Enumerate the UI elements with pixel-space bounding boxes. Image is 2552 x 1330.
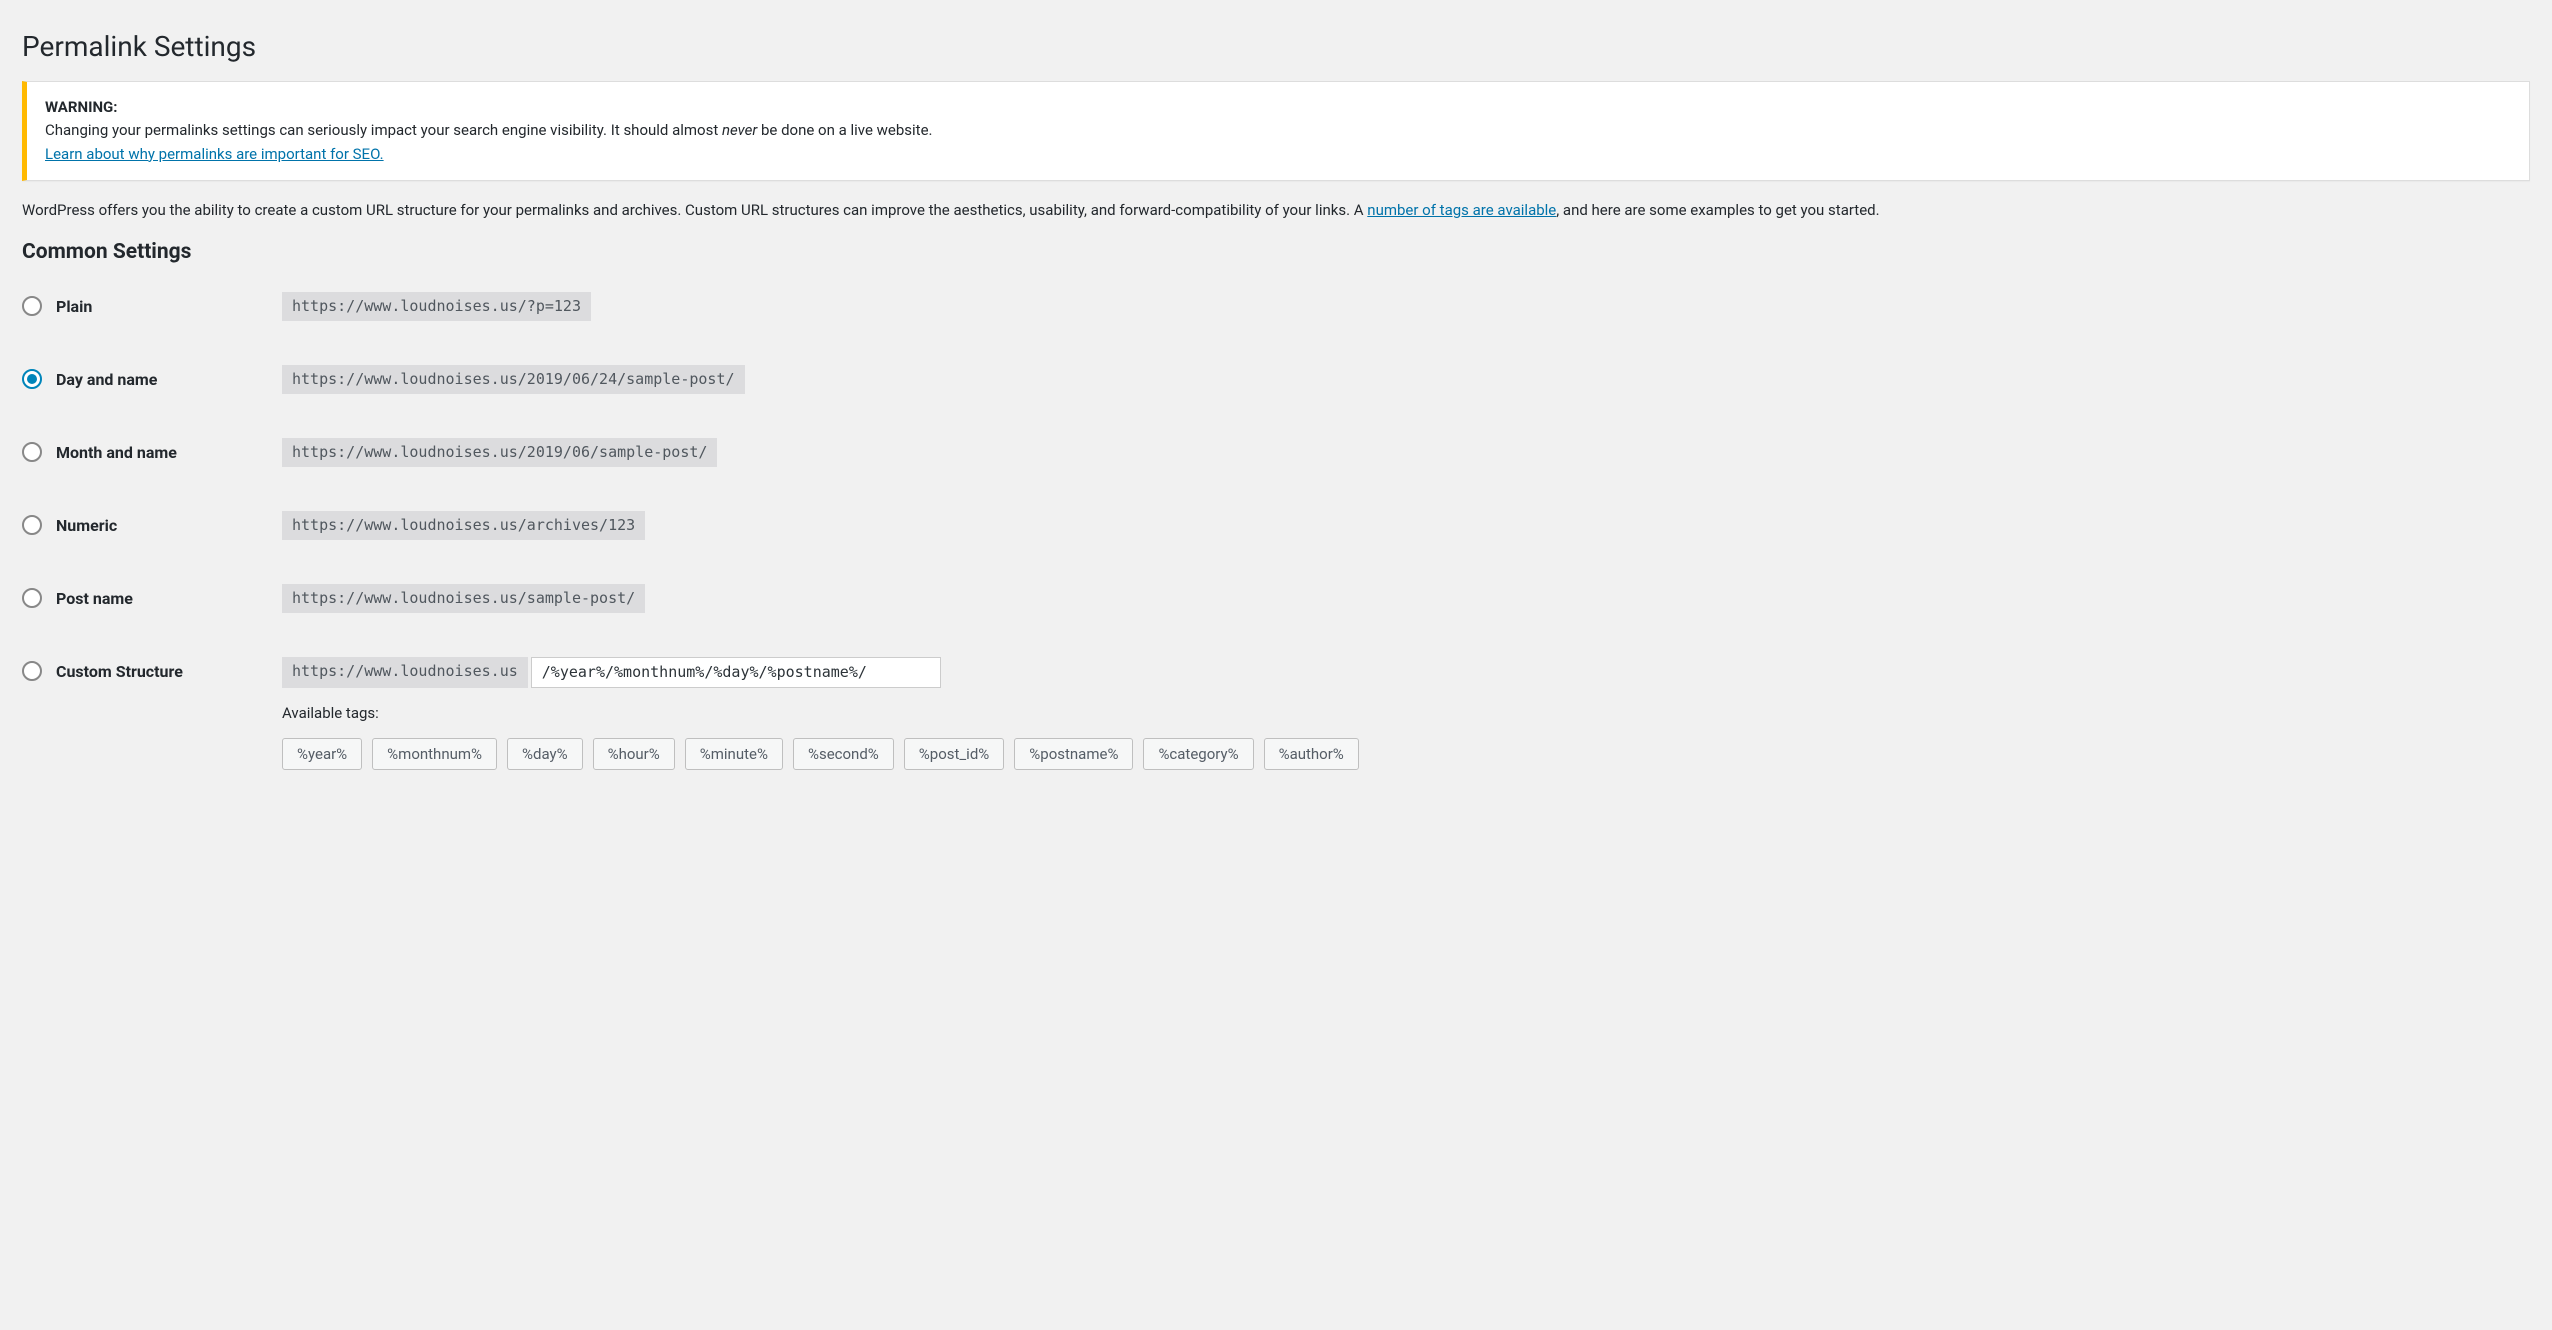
option-value: https://www.loudnoises.us/2019/06/sample… <box>282 438 2530 467</box>
option-label[interactable]: Month and name <box>56 443 177 462</box>
radio-month-and-name[interactable] <box>22 442 42 462</box>
example-numeric: https://www.loudnoises.us/archives/123 <box>282 511 645 540</box>
radio-custom-structure[interactable] <box>22 661 42 681</box>
warning-text-1: Changing your permalinks settings can se… <box>45 121 722 139</box>
option-label-cell: Custom Structure <box>22 657 282 681</box>
warning-em: never <box>722 121 757 139</box>
option-day-and-name: Day and name https://www.loudnoises.us/2… <box>22 365 2530 394</box>
radio-plain[interactable] <box>22 296 42 316</box>
example-plain: https://www.loudnoises.us/?p=123 <box>282 292 591 321</box>
warning-text-2: be done on a live website. <box>757 121 932 139</box>
custom-value-cell: https://www.loudnoises.us Available tags… <box>282 657 2530 770</box>
option-value: https://www.loudnoises.us/archives/123 <box>282 511 2530 540</box>
option-label-cell: Numeric <box>22 511 282 535</box>
permalink-options: Plain https://www.loudnoises.us/?p=123 D… <box>22 292 2530 770</box>
intro-text-1: WordPress offers you the ability to crea… <box>22 201 1367 219</box>
radio-day-and-name[interactable] <box>22 369 42 389</box>
option-post-name: Post name https://www.loudnoises.us/samp… <box>22 584 2530 613</box>
tag-minute[interactable]: %minute% <box>685 738 783 770</box>
option-month-and-name: Month and name https://www.loudnoises.us… <box>22 438 2530 467</box>
option-label[interactable]: Numeric <box>56 516 117 535</box>
option-label-cell: Post name <box>22 584 282 608</box>
option-label[interactable]: Day and name <box>56 370 157 389</box>
warning-seo-link[interactable]: Learn about why permalinks are important… <box>45 145 384 163</box>
radio-post-name[interactable] <box>22 588 42 608</box>
warning-notice: WARNING: Changing your permalinks settin… <box>22 81 2530 181</box>
intro-tags-link[interactable]: number of tags are available <box>1367 201 1556 219</box>
intro-text-2: , and here are some examples to get you … <box>1556 201 1879 219</box>
option-label[interactable]: Post name <box>56 589 133 608</box>
section-heading: Common Settings <box>22 240 2530 264</box>
custom-structure-input[interactable] <box>531 657 941 688</box>
option-label-cell: Plain <box>22 292 282 316</box>
available-tags-list: %year% %monthnum% %day% %hour% %minute% … <box>282 738 2530 770</box>
radio-numeric[interactable] <box>22 515 42 535</box>
tag-category[interactable]: %category% <box>1143 738 1253 770</box>
tag-hour[interactable]: %hour% <box>593 738 675 770</box>
option-custom-structure: Custom Structure https://www.loudnoises.… <box>22 657 2530 770</box>
tag-year[interactable]: %year% <box>282 738 362 770</box>
tag-author[interactable]: %author% <box>1264 738 1359 770</box>
tag-post-id[interactable]: %post_id% <box>904 738 1004 770</box>
custom-base-url: https://www.loudnoises.us <box>282 657 528 688</box>
example-month-and-name: https://www.loudnoises.us/2019/06/sample… <box>282 438 717 467</box>
option-label-cell: Month and name <box>22 438 282 462</box>
tag-day[interactable]: %day% <box>507 738 583 770</box>
example-day-and-name: https://www.loudnoises.us/2019/06/24/sam… <box>282 365 745 394</box>
example-post-name: https://www.loudnoises.us/sample-post/ <box>282 584 645 613</box>
tag-postname[interactable]: %postname% <box>1014 738 1133 770</box>
page-title: Permalink Settings <box>22 30 2530 63</box>
option-label[interactable]: Plain <box>56 297 92 316</box>
custom-structure-line: https://www.loudnoises.us <box>282 657 2530 688</box>
intro-text: WordPress offers you the ability to crea… <box>22 199 2530 222</box>
option-value: https://www.loudnoises.us/2019/06/24/sam… <box>282 365 2530 394</box>
option-value: https://www.loudnoises.us/sample-post/ <box>282 584 2530 613</box>
option-label[interactable]: Custom Structure <box>56 662 183 681</box>
available-tags-label: Available tags: <box>282 704 2530 722</box>
option-plain: Plain https://www.loudnoises.us/?p=123 <box>22 292 2530 321</box>
warning-label: WARNING: <box>45 98 118 116</box>
tag-monthnum[interactable]: %monthnum% <box>372 738 497 770</box>
tag-second[interactable]: %second% <box>793 738 894 770</box>
option-value: https://www.loudnoises.us/?p=123 <box>282 292 2530 321</box>
option-numeric: Numeric https://www.loudnoises.us/archiv… <box>22 511 2530 540</box>
option-label-cell: Day and name <box>22 365 282 389</box>
